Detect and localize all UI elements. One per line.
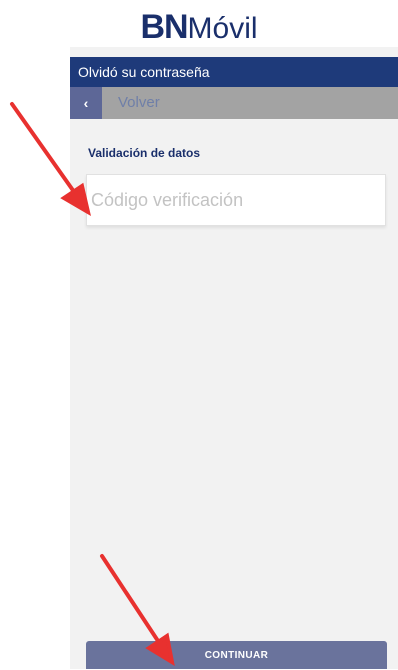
verification-code-input[interactable] (86, 174, 386, 226)
logo-bn: BN (140, 8, 188, 46)
back-label[interactable]: Volver (118, 87, 160, 119)
logo-movil: Móvil (187, 12, 258, 45)
app-screen: Olvidó su contraseña ‹ Volver Validación… (70, 47, 398, 669)
section-label: Validación de datos (88, 146, 201, 160)
back-bar[interactable]: ‹ Volver (70, 87, 398, 119)
bn-movil-logo: BNMóvil (0, 8, 398, 47)
continue-button[interactable]: CONTINUAR (86, 641, 387, 669)
screen-title: Olvidó su contraseña (70, 57, 398, 87)
chevron-left-icon[interactable]: ‹ (70, 87, 102, 119)
